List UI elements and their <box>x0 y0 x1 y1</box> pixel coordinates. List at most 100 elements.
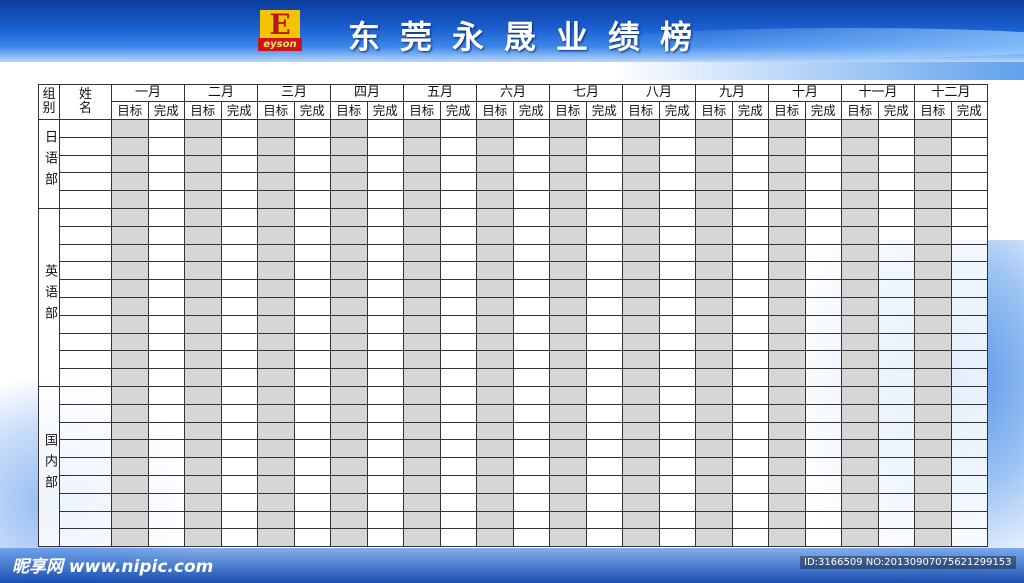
target-cell[interactable] <box>622 492 660 512</box>
completed-cell[interactable] <box>877 332 915 352</box>
target-cell[interactable] <box>549 207 587 227</box>
target-cell[interactable] <box>914 314 952 334</box>
target-cell[interactable] <box>111 492 149 512</box>
completed-cell[interactable] <box>658 225 696 245</box>
target-cell[interactable] <box>841 457 879 476</box>
target-cell[interactable] <box>184 207 222 227</box>
completed-cell[interactable] <box>293 421 331 441</box>
completed-cell[interactable] <box>512 403 550 423</box>
completed-cell[interactable] <box>950 136 988 156</box>
completed-cell[interactable] <box>439 457 477 476</box>
completed-cell[interactable] <box>804 154 842 174</box>
target-cell[interactable] <box>914 421 952 441</box>
target-cell[interactable] <box>914 528 952 548</box>
target-cell[interactable] <box>111 457 149 476</box>
target-cell[interactable] <box>841 403 879 423</box>
target-cell[interactable] <box>841 261 879 281</box>
completed-cell[interactable] <box>439 279 477 298</box>
completed-cell[interactable] <box>512 350 550 370</box>
name-cell[interactable] <box>59 421 112 441</box>
completed-cell[interactable] <box>220 172 258 192</box>
completed-cell[interactable] <box>585 279 623 298</box>
completed-cell[interactable] <box>512 261 550 281</box>
target-cell[interactable] <box>841 136 879 156</box>
name-cell[interactable] <box>59 403 112 423</box>
target-cell[interactable] <box>768 332 806 352</box>
completed-cell[interactable] <box>220 421 258 441</box>
completed-cell[interactable] <box>512 421 550 441</box>
target-cell[interactable] <box>257 332 295 352</box>
target-cell[interactable] <box>403 528 441 548</box>
target-cell[interactable] <box>914 385 952 405</box>
target-cell[interactable] <box>111 119 149 138</box>
completed-cell[interactable] <box>950 314 988 334</box>
target-cell[interactable] <box>111 439 149 459</box>
target-cell[interactable] <box>184 492 222 512</box>
target-cell[interactable] <box>914 172 952 192</box>
target-cell[interactable] <box>330 172 368 192</box>
completed-cell[interactable] <box>877 136 915 156</box>
target-cell[interactable] <box>111 510 149 530</box>
completed-cell[interactable] <box>731 172 769 192</box>
target-cell[interactable] <box>403 296 441 316</box>
completed-cell[interactable] <box>731 154 769 174</box>
target-cell[interactable] <box>403 439 441 459</box>
completed-cell[interactable] <box>366 136 404 156</box>
name-cell[interactable] <box>59 154 112 174</box>
name-cell[interactable] <box>59 190 112 209</box>
target-cell[interactable] <box>622 279 660 298</box>
completed-cell[interactable] <box>293 261 331 281</box>
target-cell[interactable] <box>549 457 587 476</box>
target-cell[interactable] <box>257 225 295 245</box>
completed-cell[interactable] <box>293 332 331 352</box>
completed-cell[interactable] <box>731 385 769 405</box>
completed-cell[interactable] <box>293 368 331 387</box>
target-cell[interactable] <box>549 172 587 192</box>
target-cell[interactable] <box>476 279 514 298</box>
target-cell[interactable] <box>549 136 587 156</box>
target-cell[interactable] <box>549 510 587 530</box>
completed-cell[interactable] <box>147 510 185 530</box>
target-cell[interactable] <box>184 314 222 334</box>
target-cell[interactable] <box>695 528 733 548</box>
completed-cell[interactable] <box>950 474 988 494</box>
target-cell[interactable] <box>184 172 222 192</box>
completed-cell[interactable] <box>220 439 258 459</box>
completed-cell[interactable] <box>293 474 331 494</box>
target-cell[interactable] <box>330 190 368 209</box>
target-cell[interactable] <box>184 332 222 352</box>
target-cell[interactable] <box>111 421 149 441</box>
completed-cell[interactable] <box>366 350 404 370</box>
target-cell[interactable] <box>914 154 952 174</box>
completed-cell[interactable] <box>439 314 477 334</box>
target-cell[interactable] <box>841 207 879 227</box>
completed-cell[interactable] <box>366 207 404 227</box>
target-cell[interactable] <box>257 279 295 298</box>
target-cell[interactable] <box>330 528 368 548</box>
target-cell[interactable] <box>403 474 441 494</box>
target-cell[interactable] <box>695 510 733 530</box>
completed-cell[interactable] <box>293 136 331 156</box>
target-cell[interactable] <box>403 243 441 263</box>
completed-cell[interactable] <box>658 350 696 370</box>
completed-cell[interactable] <box>877 243 915 263</box>
completed-cell[interactable] <box>950 154 988 174</box>
completed-cell[interactable] <box>512 528 550 548</box>
target-cell[interactable] <box>330 243 368 263</box>
target-cell[interactable] <box>257 368 295 387</box>
completed-cell[interactable] <box>658 457 696 476</box>
completed-cell[interactable] <box>293 528 331 548</box>
completed-cell[interactable] <box>366 243 404 263</box>
completed-cell[interactable] <box>804 457 842 476</box>
completed-cell[interactable] <box>512 474 550 494</box>
completed-cell[interactable] <box>439 439 477 459</box>
completed-cell[interactable] <box>804 403 842 423</box>
completed-cell[interactable] <box>147 314 185 334</box>
completed-cell[interactable] <box>366 421 404 441</box>
completed-cell[interactable] <box>731 119 769 138</box>
completed-cell[interactable] <box>877 279 915 298</box>
completed-cell[interactable] <box>439 261 477 281</box>
completed-cell[interactable] <box>220 119 258 138</box>
completed-cell[interactable] <box>950 385 988 405</box>
name-cell[interactable] <box>59 510 112 530</box>
